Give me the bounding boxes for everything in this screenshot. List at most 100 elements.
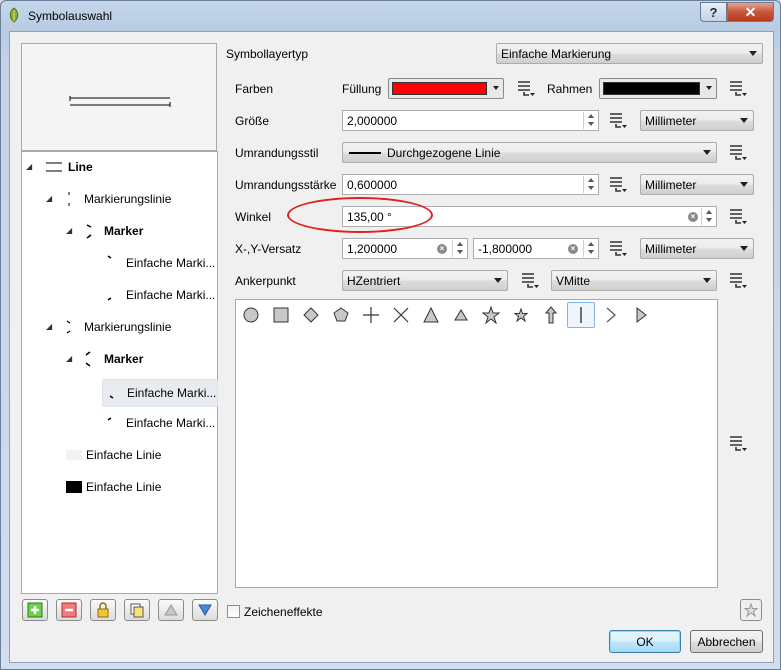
- marker-arrowhead-icon[interactable]: [597, 302, 625, 328]
- collapse-icon[interactable]: ◢: [46, 322, 52, 331]
- collapse-icon[interactable]: ◢: [26, 162, 32, 171]
- collapse-icon[interactable]: ◢: [66, 354, 72, 363]
- arrow-down-icon: [198, 604, 212, 616]
- marker-line-icon[interactable]: [567, 302, 595, 328]
- offset-y-value: -1,800000: [478, 241, 533, 256]
- dialog-client-area: ◢ Line ◢ Markierungslinie ◢ Marker Einfa…: [9, 31, 774, 663]
- symbol-layer-type-combo[interactable]: Einfache Markierung: [496, 43, 763, 64]
- fill-color-swatch: [392, 82, 487, 95]
- star-effects-icon: [743, 602, 759, 618]
- anchor-vertical-combo[interactable]: VMitte: [551, 270, 717, 291]
- close-button[interactable]: ✕: [727, 2, 774, 22]
- data-defined-override-icon[interactable]: [727, 78, 749, 98]
- data-defined-override-icon[interactable]: [727, 142, 749, 162]
- lock-layer-button[interactable]: [90, 599, 116, 621]
- qgis-app-icon: [9, 7, 19, 23]
- duplicate-layer-button[interactable]: [124, 599, 150, 621]
- tree-item-label: Einfache Marki...: [127, 386, 217, 400]
- tree-item-label: Marker: [104, 352, 144, 366]
- remove-layer-button[interactable]: [56, 599, 82, 621]
- effects-settings-button[interactable]: [740, 599, 762, 621]
- clear-icon[interactable]: ×: [437, 244, 447, 254]
- chevron-down-icon: [740, 118, 748, 123]
- ok-button[interactable]: OK: [609, 630, 681, 653]
- stroke-width-unit-combo[interactable]: Millimeter: [640, 174, 754, 195]
- plus-icon: [27, 602, 43, 618]
- marker-line-icon: [66, 320, 71, 334]
- spin-buttons[interactable]: [583, 112, 597, 129]
- data-defined-override-icon[interactable]: [607, 238, 629, 258]
- marker-star-icon[interactable]: [477, 302, 505, 328]
- data-defined-override-icon[interactable]: [515, 78, 537, 98]
- marker-equilateral-triangle-icon[interactable]: [447, 302, 475, 328]
- data-defined-override-icon[interactable]: [607, 174, 629, 194]
- marker-line-icon: [68, 192, 70, 206]
- data-defined-override-icon[interactable]: [519, 270, 541, 290]
- marker-triangle-icon[interactable]: [417, 302, 445, 328]
- cancel-button[interactable]: Abbrechen: [690, 630, 763, 653]
- symbol-layer-tree[interactable]: ◢ Line ◢ Markierungslinie ◢ Marker Einfa…: [21, 151, 218, 594]
- symbollayertyp-label: Symbollayertyp: [226, 47, 309, 61]
- anchor-horizontal-combo[interactable]: HZentriert: [342, 270, 508, 291]
- chevron-down-icon: [740, 182, 748, 187]
- collapse-icon[interactable]: ◢: [66, 226, 72, 235]
- groesse-label: Größe: [235, 114, 270, 128]
- stroke-style-combo[interactable]: Durchgezogene Linie: [342, 142, 717, 163]
- draw-effects-checkbox[interactable]: [227, 605, 240, 618]
- chevron-down-icon: [493, 86, 499, 90]
- angle-value: 135,00 °: [347, 209, 392, 224]
- clear-icon[interactable]: ×: [568, 244, 578, 254]
- marker-x-icon[interactable]: [387, 302, 415, 328]
- marker-pentagon-icon[interactable]: [327, 302, 355, 328]
- size-unit-combo[interactable]: Millimeter: [640, 110, 754, 131]
- stroke-style-value: Durchgezogene Linie: [387, 145, 501, 160]
- size-spinbox[interactable]: 2,000000: [342, 110, 599, 131]
- stroke-color-button[interactable]: [599, 78, 717, 99]
- offset-x-spinbox[interactable]: 1,200000 ×: [342, 238, 468, 259]
- spin-buttons[interactable]: [583, 176, 597, 193]
- collapse-icon[interactable]: ◢: [46, 194, 52, 203]
- add-layer-button[interactable]: [22, 599, 48, 621]
- spin-buttons[interactable]: [701, 208, 715, 225]
- data-defined-override-icon[interactable]: [727, 433, 749, 453]
- fill-color-button[interactable]: [388, 78, 504, 99]
- clear-icon[interactable]: ×: [688, 212, 698, 222]
- move-up-button[interactable]: [158, 599, 184, 621]
- marker-icon: [86, 224, 92, 239]
- anchor-vertical-value: VMitte: [556, 273, 591, 288]
- marker-arrow-icon[interactable]: [537, 302, 565, 328]
- data-defined-override-icon[interactable]: [727, 206, 749, 226]
- marker-shape-list[interactable]: [235, 299, 718, 588]
- tree-item-label: Einfache Linie: [86, 480, 162, 494]
- spin-buttons[interactable]: [452, 240, 466, 257]
- symbol-selector-dialog: Symbolauswahl ? ✕ ◢ Line ◢ Markierungsli…: [0, 0, 781, 670]
- offset-y-spinbox[interactable]: -1,800000 ×: [473, 238, 599, 259]
- help-button[interactable]: ?: [700, 2, 727, 22]
- angle-spinbox[interactable]: 135,00 ° ×: [342, 206, 717, 227]
- data-defined-override-icon[interactable]: [727, 270, 749, 290]
- window-title: Symbolauswahl: [28, 9, 113, 23]
- size-value: 2,000000: [347, 113, 398, 128]
- versatz-label: X-,Y-Versatz: [235, 242, 302, 256]
- marker-filled-arrowhead-icon[interactable]: [627, 302, 655, 328]
- spin-buttons[interactable]: [583, 240, 597, 257]
- marker-regular-star-icon[interactable]: [507, 302, 535, 328]
- simple-marker-icon: [107, 297, 112, 301]
- marker-square-icon[interactable]: [267, 302, 295, 328]
- symbol-layer-type-value: Einfache Markierung: [501, 46, 612, 61]
- title-bar[interactable]: Symbolauswahl ? ✕: [1, 1, 780, 31]
- umrandungsstaerke-label: Umrandungsstärke: [235, 178, 337, 192]
- offset-unit-combo[interactable]: Millimeter: [640, 238, 754, 259]
- stroke-width-spinbox[interactable]: 0,600000: [342, 174, 599, 195]
- move-down-button[interactable]: [192, 599, 218, 621]
- marker-circle-icon[interactable]: [237, 302, 265, 328]
- tree-item-label: Einfache Marki...: [126, 256, 216, 270]
- marker-cross-icon[interactable]: [357, 302, 385, 328]
- arrow-up-icon: [164, 604, 178, 616]
- chevron-down-icon: [703, 278, 711, 283]
- data-defined-override-icon[interactable]: [607, 110, 629, 130]
- duplicate-icon: [130, 603, 144, 618]
- marker-diamond-icon[interactable]: [297, 302, 325, 328]
- chevron-down-icon: [706, 86, 712, 90]
- tree-item-simple-marker-selected[interactable]: Einfache Marki...: [102, 379, 218, 407]
